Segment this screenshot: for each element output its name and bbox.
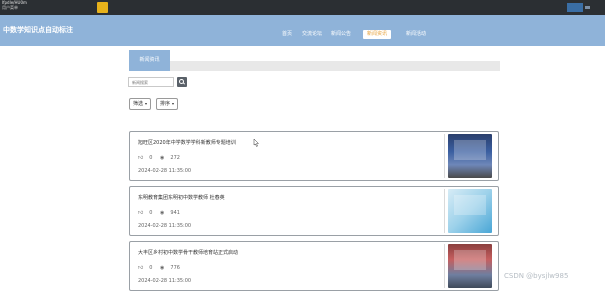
news-meta: 👍︎ 0 ◉ 272 [138, 155, 186, 161]
news-date: 2024-02-28 11:35:00 [138, 168, 192, 174]
nav-forum[interactable]: 交流论坛 [302, 30, 322, 39]
chevron-down-icon [145, 102, 148, 105]
nav-home[interactable]: 首页 [282, 30, 292, 39]
news-card[interactable]: 旭旺区2020年中学数学学科新教师专题培训 👍︎ 0 ◉ 272 2024-02-2… [129, 131, 499, 181]
avatar[interactable] [567, 3, 583, 12]
top-bar-line2: 用户菜单 [2, 5, 18, 10]
nav-announcements[interactable]: 新闻公告 [331, 30, 351, 39]
news-date: 2024-02-28 11:35:00 [138, 278, 192, 284]
sort-dropdown[interactable]: 排序 [156, 98, 179, 110]
news-card[interactable]: 大丰区乡村初中数学骨干教师培育站正式启动 👍︎ 0 ◉ 776 2024-02-28… [129, 241, 499, 291]
like-count: 0 [149, 210, 153, 216]
like-count: 0 [149, 155, 153, 161]
news-title[interactable]: 东明教育集团东明初中数学教师 杜春英 [138, 194, 225, 201]
filter-label: 筛选 [133, 101, 144, 107]
filter-dropdown[interactable]: 筛选 [129, 98, 152, 110]
menu-dot-icon[interactable] [585, 6, 590, 9]
view-count: 776 [170, 265, 180, 271]
section-bar [129, 61, 500, 71]
like-icon: 👍︎ [138, 265, 144, 271]
view-count: 941 [170, 210, 180, 216]
news-date: 2024-02-28 11:35:00 [138, 223, 192, 229]
divider [444, 134, 445, 178]
nav-news[interactable]: 新闻资讯 [363, 30, 392, 39]
divider [444, 244, 445, 288]
view-icon: ◉ [160, 155, 165, 161]
view-icon: ◉ [160, 265, 165, 271]
like-count: 0 [149, 265, 153, 271]
site-title: 中数学知识点自动标注 [3, 26, 73, 34]
window-top-bar: lfpdle/HU0m 用户菜单 [0, 0, 605, 15]
divider [444, 189, 445, 233]
site-header: 中数学知识点自动标注 首页 交流论坛 新闻公告 新闻资讯 新闻活动 [0, 15, 605, 46]
news-search-input[interactable] [128, 77, 174, 87]
like-icon: 👍︎ [138, 155, 144, 161]
news-title[interactable]: 大丰区乡村初中数学骨干教师培育站正式启动 [138, 249, 238, 256]
news-meta: 👍︎ 0 ◉ 776 [138, 265, 186, 271]
nav-activities[interactable]: 新闻活动 [406, 30, 426, 39]
news-title[interactable]: 旭旺区2020年中学数学学科新教师专题培训 [138, 139, 236, 146]
user-menu-icon[interactable] [97, 2, 108, 13]
news-card[interactable]: 东明教育集团东明初中数学教师 杜春英 👍︎ 0 ◉ 941 2024-02-28 1… [129, 186, 499, 236]
pointer-cursor-icon [253, 139, 259, 147]
chevron-down-icon [172, 102, 175, 105]
section-title-tab: 新闻资讯 [129, 50, 170, 71]
news-thumbnail[interactable] [448, 134, 492, 178]
like-icon: 👍︎ [138, 210, 144, 216]
news-thumbnail[interactable] [448, 189, 492, 233]
search-button[interactable] [177, 77, 187, 87]
sort-label: 排序 [160, 101, 171, 107]
news-thumbnail[interactable] [448, 244, 492, 288]
view-count: 272 [170, 155, 180, 161]
watermark: CSDN @bysjlw985 [504, 272, 569, 280]
view-icon: ◉ [160, 210, 165, 216]
news-meta: 👍︎ 0 ◉ 941 [138, 210, 186, 216]
